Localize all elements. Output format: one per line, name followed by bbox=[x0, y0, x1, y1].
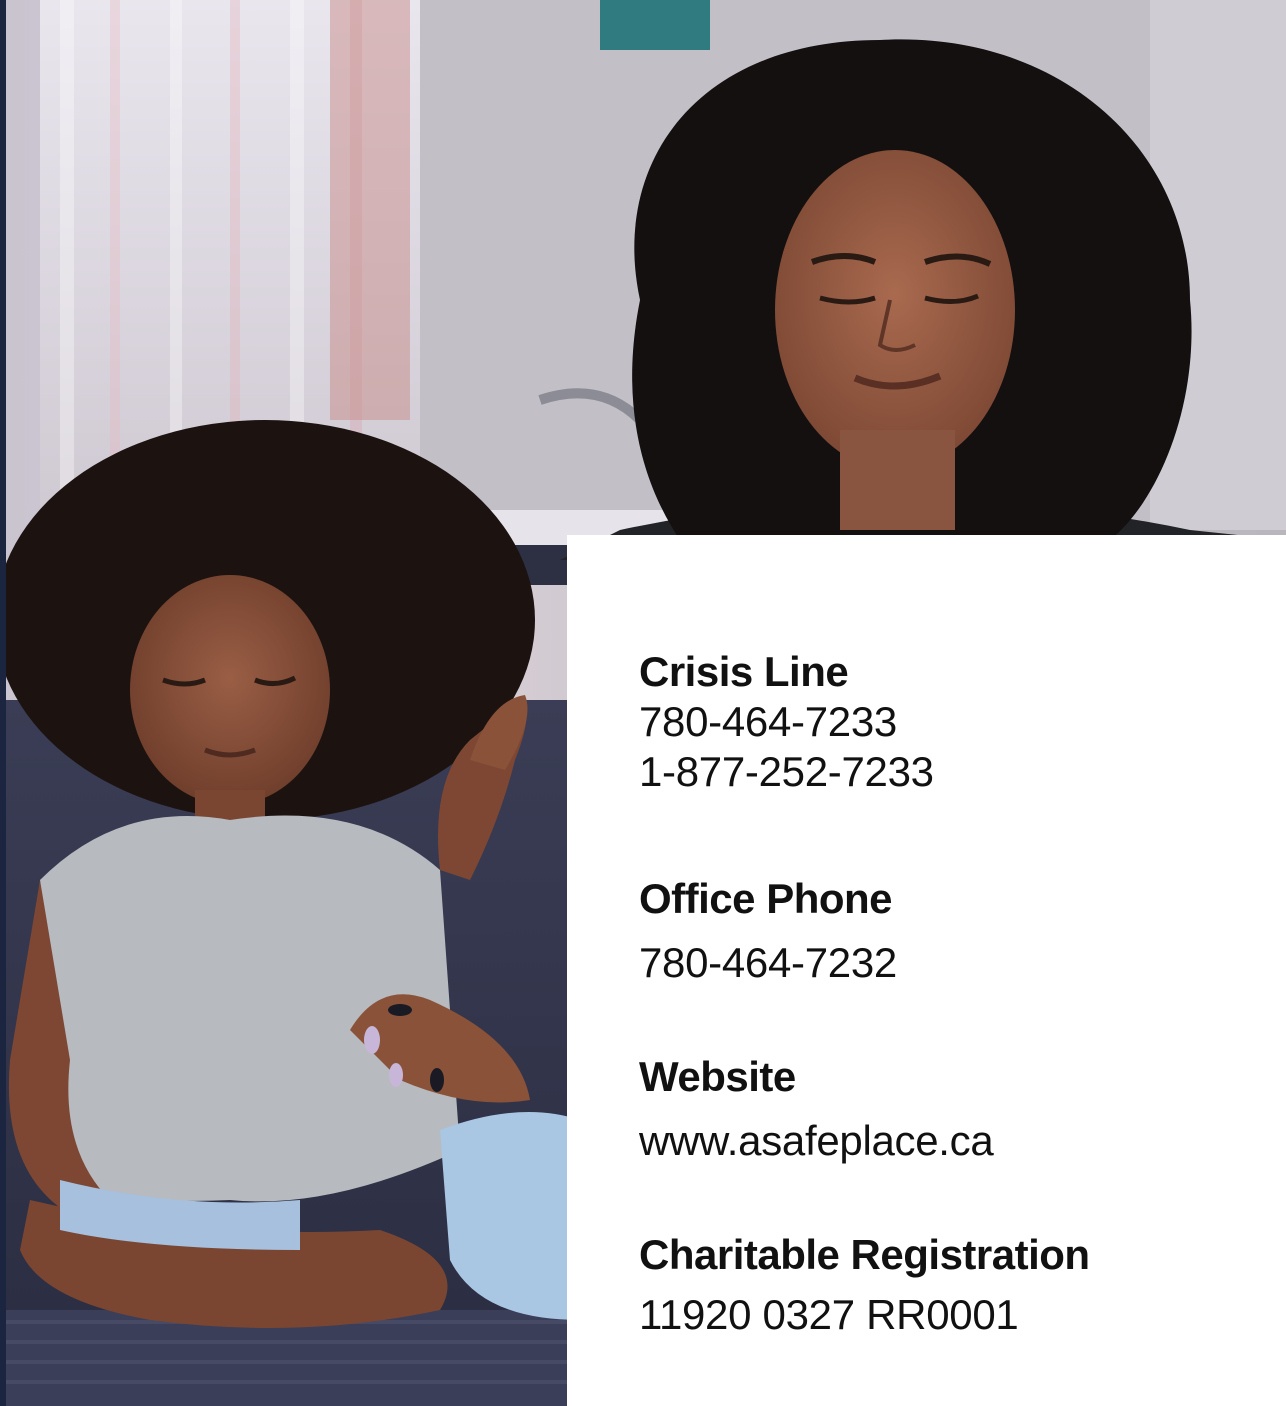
website-link[interactable]: www.asafeplace.ca bbox=[639, 1116, 994, 1166]
crisis-line-number-tollfree[interactable]: 1-877-252-7233 bbox=[639, 747, 934, 797]
charitable-registration-number: 11920 0327 RR0001 bbox=[639, 1291, 1019, 1338]
office-phone-number[interactable]: 780-464-7232 bbox=[639, 938, 897, 988]
left-edge-bar bbox=[0, 0, 6, 1406]
website-section: Website www.asafeplace.ca bbox=[639, 1052, 994, 1166]
charitable-registration-section: Charitable Registration 11920 0327 RR000… bbox=[639, 1230, 1090, 1340]
office-phone-section: Office Phone 780-464-7232 bbox=[639, 874, 897, 988]
website-heading: Website bbox=[639, 1053, 796, 1100]
crisis-line-heading: Crisis Line bbox=[639, 648, 849, 695]
charitable-registration-heading: Charitable Registration bbox=[639, 1231, 1090, 1278]
office-phone-heading: Office Phone bbox=[639, 875, 893, 922]
crisis-line-number-local[interactable]: 780-464-7233 bbox=[639, 697, 934, 747]
crisis-line-section: Crisis Line 780-464-7233 1-877-252-7233 bbox=[639, 647, 934, 797]
contact-info-panel: Crisis Line 780-464-7233 1-877-252-7233 … bbox=[567, 535, 1286, 1406]
